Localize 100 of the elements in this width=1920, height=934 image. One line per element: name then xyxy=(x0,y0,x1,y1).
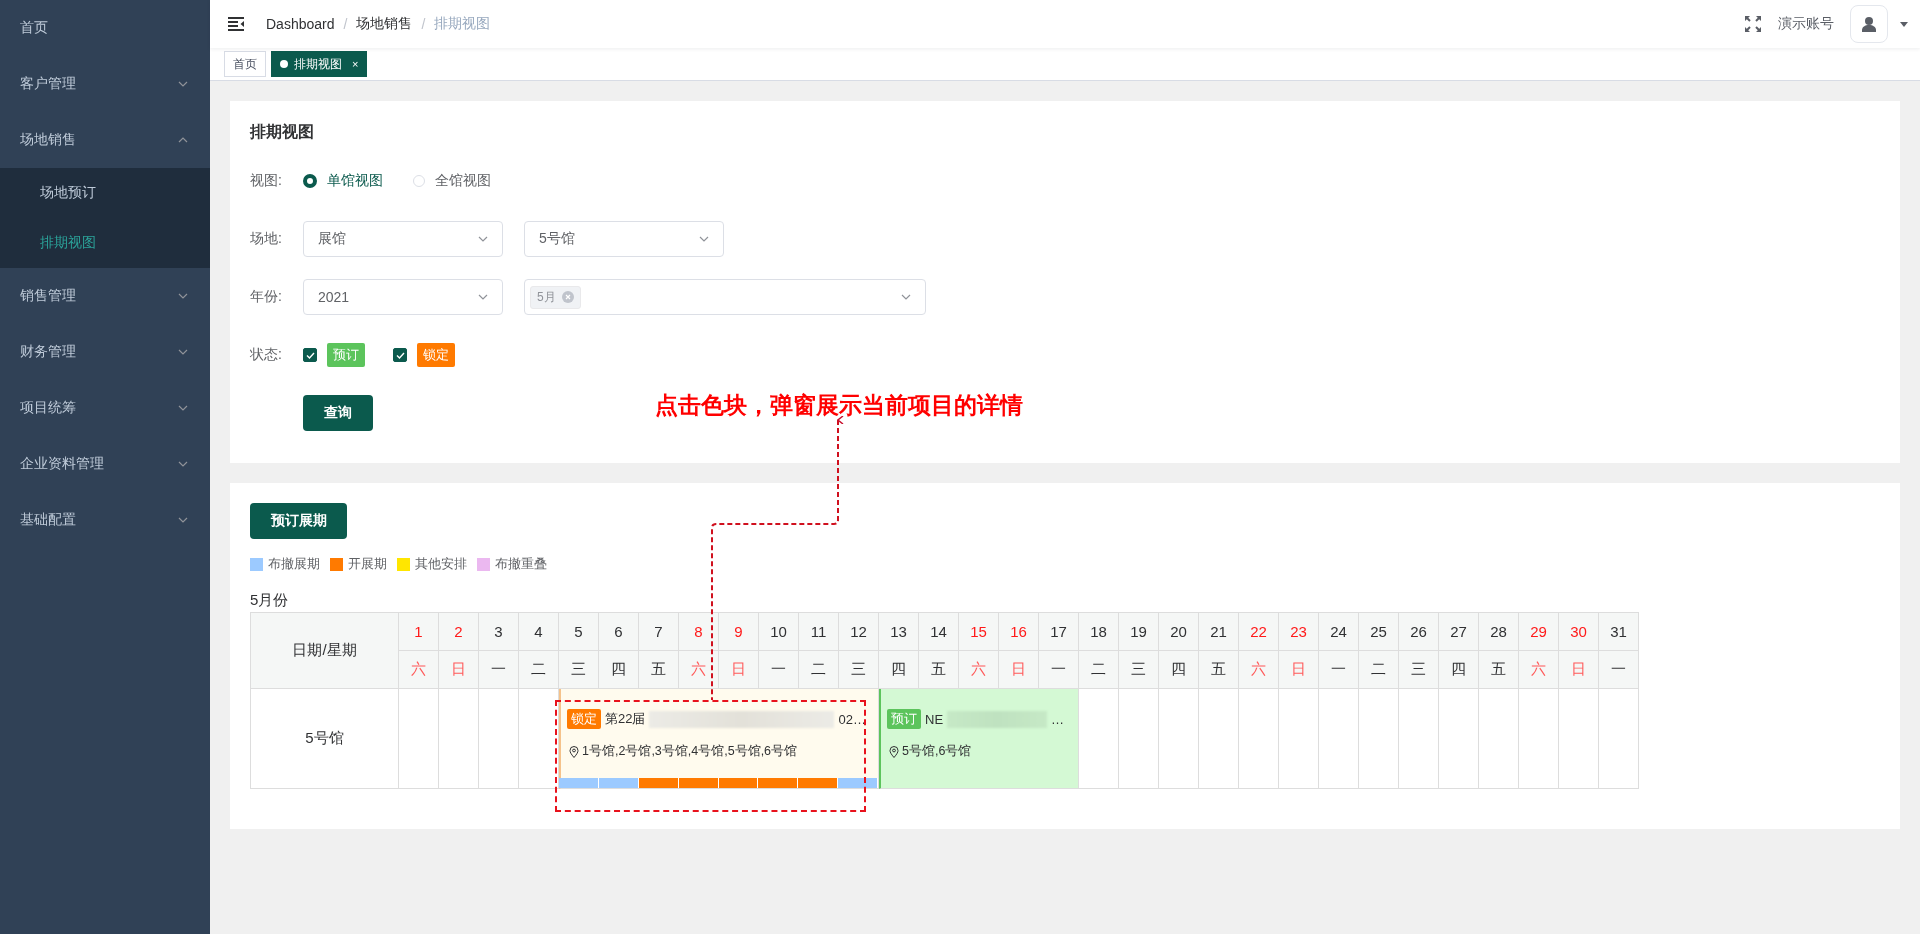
checkbox[interactable] xyxy=(393,348,407,362)
field-label: 场地: xyxy=(250,230,283,248)
weekday-cell: 二 xyxy=(799,651,839,689)
user-name[interactable]: 演示账号 xyxy=(1778,15,1834,33)
weekday-cell: 五 xyxy=(1199,651,1239,689)
date-cell: 30 xyxy=(1559,613,1599,651)
date-cell: 19 xyxy=(1119,613,1159,651)
field-label: 视图: xyxy=(250,172,283,190)
weekday-cell: 二 xyxy=(519,651,559,689)
date-cell: 12 xyxy=(839,613,879,651)
weekday-cell: 一 xyxy=(479,651,519,689)
weekday-cell: 四 xyxy=(599,651,639,689)
weekday-cell: 四 xyxy=(1159,651,1199,689)
status-tag: 锁定 xyxy=(417,343,455,367)
radio-option[interactable]: 单馆视图 xyxy=(303,172,383,190)
date-cell: 26 xyxy=(1399,613,1439,651)
date-cell: 13 xyxy=(879,613,919,651)
event-title: 第22届 xyxy=(605,710,646,728)
weekday-cell: 三 xyxy=(1119,651,1159,689)
date-cell: 21 xyxy=(1199,613,1239,651)
sidebar-item[interactable]: 基础配置 xyxy=(0,492,210,548)
chevron-icon xyxy=(699,236,709,242)
date-cell: 14 xyxy=(919,613,959,651)
date-cell: 2 xyxy=(439,613,479,651)
venue-cell: 5号馆 xyxy=(251,689,399,789)
weekday-cell: 六 xyxy=(1519,651,1559,689)
sidebar-subitem[interactable]: 场地预订 xyxy=(0,168,210,218)
weekday-cell: 二 xyxy=(1359,651,1399,689)
date-cell: 25 xyxy=(1359,613,1399,651)
breadcrumb-link[interactable]: Dashboard xyxy=(266,16,335,32)
date-cell: 31 xyxy=(1599,613,1639,651)
weekday-cell: 六 xyxy=(679,651,719,689)
date-cell: 18 xyxy=(1079,613,1119,651)
sidebar-item[interactable]: 首页 xyxy=(0,0,210,56)
menu-icon[interactable] xyxy=(228,17,244,31)
sidebar-subitem[interactable]: 排期视图 xyxy=(0,218,210,268)
select-field[interactable]: 5号馆 xyxy=(524,221,724,257)
sidebar-item[interactable]: 企业资料管理 xyxy=(0,436,210,492)
select-field[interactable]: 2021 xyxy=(303,279,503,315)
fullscreen-icon[interactable] xyxy=(1744,15,1762,33)
breadcrumb-separator: / xyxy=(343,16,348,32)
weekday-cell: 一 xyxy=(1039,651,1079,689)
date-cell: 23 xyxy=(1279,613,1319,651)
sidebar-item[interactable]: 场地销售 xyxy=(0,112,210,168)
weekday-cell: 五 xyxy=(919,651,959,689)
date-cell: 1 xyxy=(399,613,439,651)
location-pin-icon xyxy=(889,745,899,758)
weekday-cell: 四 xyxy=(879,651,919,689)
legend-label: 其他安排 xyxy=(415,555,467,573)
caret-icon[interactable] xyxy=(1900,21,1908,27)
select-field[interactable]: 展馆 xyxy=(303,221,503,257)
radio-option[interactable]: 全馆视图 xyxy=(413,172,491,190)
avatar-button[interactable] xyxy=(1850,5,1888,43)
date-cell: 9 xyxy=(719,613,759,651)
weekday-cell: 日 xyxy=(999,651,1039,689)
weekday-cell: 日 xyxy=(1279,651,1319,689)
date-cell: 29 xyxy=(1519,613,1559,651)
weekday-cell: 三 xyxy=(1399,651,1439,689)
sidebar-item[interactable]: 项目统筹 xyxy=(0,380,210,436)
book-button[interactable]: 预订展期 xyxy=(250,503,347,539)
section-title: 排期视图 xyxy=(250,122,315,142)
date-cell: 16 xyxy=(999,613,1039,651)
date-cell: 17 xyxy=(1039,613,1079,651)
weekday-cell: 日 xyxy=(439,651,479,689)
tab[interactable]: 首页 xyxy=(224,51,266,77)
weekday-cell: 六 xyxy=(399,651,439,689)
sidebar-item[interactable]: 客户管理 xyxy=(0,56,210,112)
date-cell: 8 xyxy=(679,613,719,651)
event-block[interactable]: 锁定 第22届 02… 1号馆,2号馆,3号馆,4号馆,5号馆,6号馆 xyxy=(559,689,879,789)
weekday-cell: 日 xyxy=(1559,651,1599,689)
date-cell: 27 xyxy=(1439,613,1479,651)
sidebar-item[interactable]: 财务管理 xyxy=(0,324,210,380)
weekday-cell: 一 xyxy=(1319,651,1359,689)
event-block[interactable]: 预订 NE … 5号馆,6号馆 xyxy=(879,689,1079,789)
status-tag: 锁定 xyxy=(567,709,601,729)
tab[interactable]: 排期视图 × xyxy=(271,51,368,77)
close-icon[interactable] xyxy=(561,291,574,303)
breadcrumb-link[interactable]: 场地销售 xyxy=(356,15,413,33)
close-icon[interactable]: × xyxy=(352,58,359,70)
date-cell: 5 xyxy=(559,613,599,651)
date-cell: 7 xyxy=(639,613,679,651)
date-cell: 11 xyxy=(799,613,839,651)
weekday-cell: 五 xyxy=(1479,651,1519,689)
legend-label: 开展期 xyxy=(348,555,387,573)
weekday-cell: 六 xyxy=(1239,651,1279,689)
annotation-text: 点击色块，弹窗展示当前项目的详情 xyxy=(655,392,1023,420)
month-label: 5月份 xyxy=(250,591,289,610)
date-cell: 6 xyxy=(599,613,639,651)
date-cell: 15 xyxy=(959,613,999,651)
weekday-cell: 二 xyxy=(1079,651,1119,689)
sidebar-item[interactable]: 销售管理 xyxy=(0,268,210,324)
event-title: … xyxy=(1051,711,1065,727)
weekday-cell: 四 xyxy=(1439,651,1479,689)
dot-icon xyxy=(280,60,288,68)
chevron-icon xyxy=(901,294,911,300)
query-button[interactable]: 查询 xyxy=(303,395,373,431)
weekday-cell: 五 xyxy=(639,651,679,689)
checkbox[interactable] xyxy=(303,348,317,362)
date-cell: 3 xyxy=(479,613,519,651)
event-location: 5号馆,6号馆 xyxy=(902,743,972,760)
